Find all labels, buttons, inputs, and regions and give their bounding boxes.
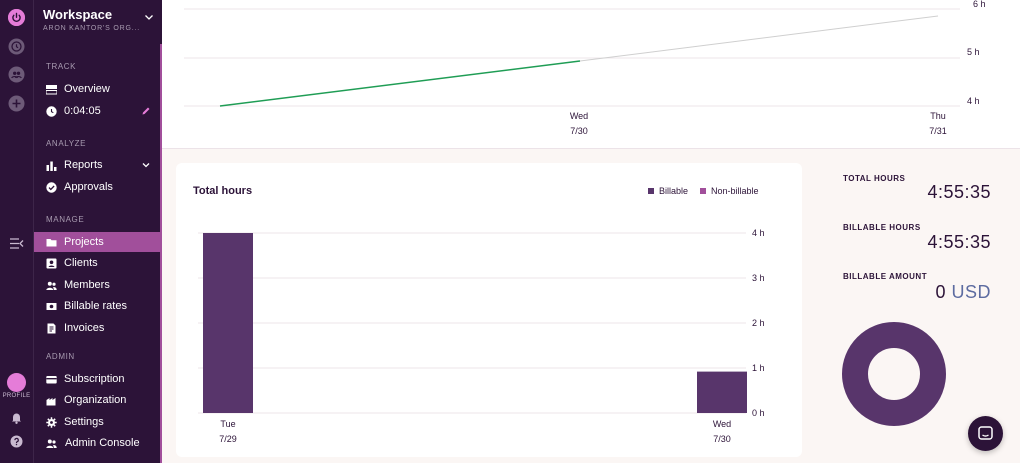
sidebar-item-invoices[interactable]: Invoices bbox=[34, 318, 161, 338]
y-tick-label: 6 h bbox=[973, 0, 986, 9]
sidebar-item-label: Billable rates bbox=[64, 300, 127, 312]
sidebar-item-label: Invoices bbox=[64, 322, 105, 334]
section-track: TRACK bbox=[46, 62, 77, 71]
total-hours-bar-chart: 4 h 3 h 2 h 1 h 0 h Tue 7/29 Wed 7/30 bbox=[198, 228, 765, 444]
chat-support-button[interactable] bbox=[968, 416, 1003, 451]
workspace-org: ARON KANTOR'S ORG... bbox=[43, 25, 140, 32]
y-tick-label: 4 h bbox=[967, 96, 980, 106]
total-hours-label: TOTAL HOURS bbox=[843, 174, 906, 183]
sidebar-item-subscription[interactable]: Subscription bbox=[34, 369, 161, 389]
contact-card-icon bbox=[45, 257, 57, 269]
y-tick-label: 5 h bbox=[967, 47, 980, 57]
people-icon bbox=[45, 279, 57, 291]
x-day-label: Tue bbox=[220, 419, 235, 429]
y-tick-label: 0 h bbox=[752, 408, 765, 418]
help-icon[interactable] bbox=[8, 433, 25, 450]
avatar[interactable] bbox=[7, 373, 26, 392]
x-day-label: Thu bbox=[930, 111, 946, 121]
sidebar: Workspace ARON KANTOR'S ORG... TRACK Ove… bbox=[33, 0, 162, 463]
sidebar-item-label: Approvals bbox=[64, 181, 113, 193]
sidebar-item-label: Projects bbox=[64, 236, 104, 248]
power-icon[interactable] bbox=[8, 9, 25, 26]
x-day-label: Wed bbox=[713, 419, 731, 429]
section-manage: MANAGE bbox=[46, 215, 85, 224]
check-circle-icon bbox=[45, 181, 57, 193]
billable-amount-value: 0 USD bbox=[935, 282, 991, 303]
edit-pencil-icon[interactable] bbox=[141, 106, 151, 116]
sidebar-item-label: Members bbox=[64, 279, 110, 291]
sidebar-item-label: Organization bbox=[64, 394, 127, 406]
sidebar-item-billable-rates[interactable]: Billable rates bbox=[34, 296, 161, 316]
profile-label: PROFILE bbox=[2, 393, 31, 399]
section-analyze: ANALYZE bbox=[46, 139, 87, 148]
x-date-label: 7/30 bbox=[570, 126, 588, 136]
top-line-chart: 6 h 5 h 4 h Wed 7/30 Thu 7/31 bbox=[184, 0, 986, 136]
sidebar-item-organization[interactable]: Organization bbox=[34, 390, 161, 410]
bar bbox=[697, 371, 747, 413]
chevron-down-icon[interactable] bbox=[144, 9, 154, 20]
y-tick-label: 2 h bbox=[752, 318, 765, 328]
chat-icon bbox=[978, 426, 993, 440]
credit-card-icon bbox=[45, 373, 57, 385]
total-hours-value: 4:55:35 bbox=[927, 182, 991, 202]
sidebar-item-members[interactable]: Members bbox=[34, 275, 161, 295]
sidebar-item-settings[interactable]: Settings bbox=[34, 412, 161, 432]
sidebar-item-timer[interactable]: 0:04:05 bbox=[34, 101, 161, 121]
sidebar-item-label: Subscription bbox=[64, 373, 125, 385]
billable-amount-unit: USD bbox=[951, 282, 991, 302]
gear-icon bbox=[45, 416, 57, 428]
money-icon bbox=[45, 300, 57, 312]
x-date-label: 7/30 bbox=[713, 434, 731, 444]
donut-segment-billable bbox=[842, 322, 946, 426]
sidebar-item-label: Admin Console bbox=[65, 437, 140, 449]
x-day-label: Wed bbox=[570, 111, 588, 121]
clock-icon bbox=[45, 105, 57, 117]
series-line-current bbox=[219, 60, 581, 107]
y-tick-label: 3 h bbox=[752, 273, 765, 283]
billable-hours-label: BILLABLE HOURS bbox=[843, 223, 921, 232]
total-hours-card: Total hours Billable Non-billable 4 h3 h… bbox=[176, 163, 802, 457]
x-date-label: 7/29 bbox=[219, 434, 237, 444]
plus-icon[interactable] bbox=[8, 95, 25, 112]
workspace-title[interactable]: Workspace bbox=[43, 7, 112, 22]
y-tick-label: 1 h bbox=[752, 363, 765, 373]
sidebar-item-clients[interactable]: Clients bbox=[34, 253, 161, 273]
section-admin: ADMIN bbox=[46, 352, 75, 361]
sidebar-item-label: Overview bbox=[64, 83, 110, 95]
sidebar-item-label: Clients bbox=[64, 257, 98, 269]
sidebar-item-label: Settings bbox=[64, 416, 104, 428]
bar-chart-icon bbox=[45, 159, 57, 171]
clock-icon[interactable] bbox=[8, 38, 25, 55]
invoice-icon bbox=[45, 322, 57, 334]
top-chart-panel: 6 h 5 h 4 h Wed 7/30 Thu 7/31 bbox=[162, 0, 1020, 149]
icon-rail: PROFILE bbox=[0, 0, 33, 463]
sidebar-item-overview[interactable]: Overview bbox=[34, 79, 161, 99]
sidebar-item-projects[interactable]: Projects bbox=[34, 232, 161, 252]
x-date-label: 7/31 bbox=[929, 126, 947, 136]
bar bbox=[203, 233, 253, 413]
sidebar-item-approvals[interactable]: Approvals bbox=[34, 177, 161, 197]
billable-donut-chart bbox=[842, 322, 946, 426]
series-line-projected bbox=[579, 15, 939, 62]
overview-icon bbox=[45, 83, 57, 95]
sidebar-item-reports[interactable]: Reports bbox=[34, 155, 161, 175]
timer-value: 0:04:05 bbox=[64, 105, 101, 117]
billable-hours-value: 4:55:35 bbox=[927, 232, 991, 252]
billable-amount-label: BILLABLE AMOUNT bbox=[843, 272, 928, 281]
people-icon[interactable] bbox=[8, 66, 25, 83]
sidebar-item-label: Reports bbox=[64, 159, 103, 171]
billable-amount-number: 0 bbox=[935, 282, 946, 302]
bell-icon[interactable] bbox=[8, 409, 25, 426]
folder-icon bbox=[45, 236, 57, 248]
collapse-sidebar-icon[interactable] bbox=[8, 235, 25, 252]
admin-people-icon bbox=[45, 437, 57, 449]
building-icon bbox=[45, 394, 57, 406]
y-tick-label: 4 h bbox=[752, 228, 765, 238]
chevron-down-icon[interactable] bbox=[141, 160, 151, 170]
sidebar-item-admin-console[interactable]: Admin Console bbox=[34, 433, 161, 453]
